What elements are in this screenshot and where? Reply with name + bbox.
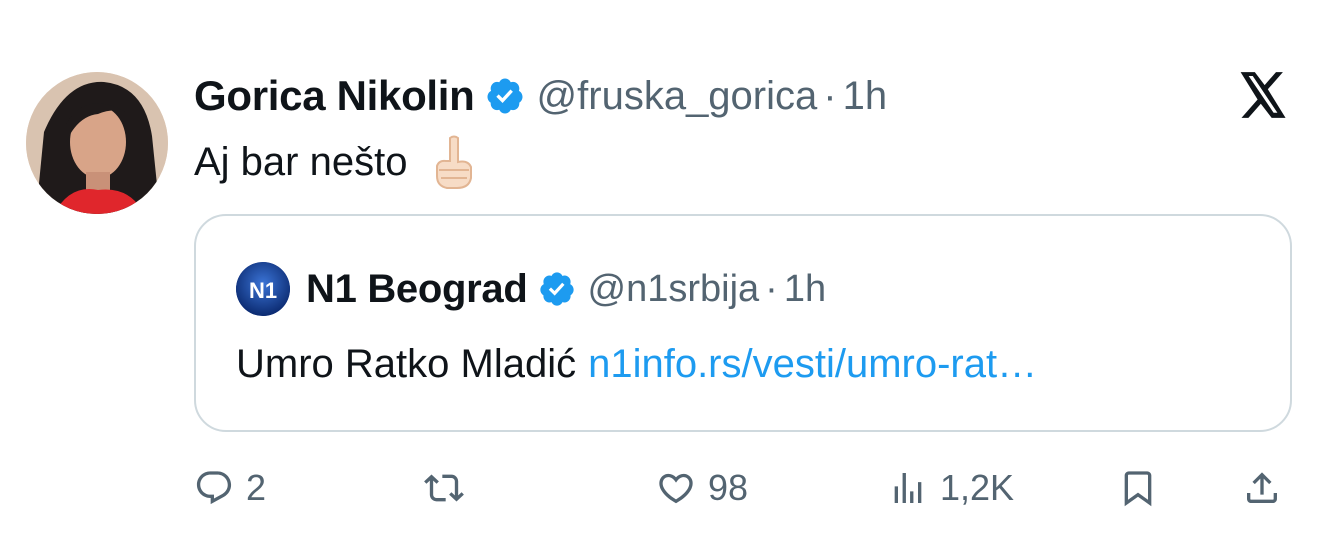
like-button[interactable]: 98 [656, 460, 748, 516]
avatar[interactable] [26, 72, 168, 214]
pointing-up-emoji-icon [436, 135, 473, 189]
reply-count: 2 [246, 467, 267, 508]
retweet-button[interactable] [424, 460, 476, 516]
author-name[interactable]: Gorica Nikolin [194, 72, 475, 120]
like-count: 98 [708, 467, 749, 508]
views-count: 1,2K [940, 467, 1015, 508]
tweet-header: Gorica Nikolin @fruska_gorica · 1h [194, 68, 887, 124]
separator-dot: · [823, 73, 837, 118]
verified-badge-icon [487, 78, 523, 114]
share-button[interactable] [1242, 460, 1282, 516]
bookmark-icon [1124, 471, 1152, 507]
retweet-icon [424, 474, 464, 502]
quoted-tweet-link[interactable]: n1info.rs/vesti/umro-rat… [588, 342, 1037, 386]
quoted-tweet-text: Umro Ratko Mladić n1info.rs/vesti/umro-ra… [236, 342, 1037, 387]
tweet-text: Aj bar nešto [194, 134, 477, 190]
reply-icon [196, 471, 232, 505]
quoted-tweet-time[interactable]: 1h [784, 268, 826, 311]
quoted-tweet[interactable]: N1 N1 Beograd @n1srbija · 1h Umro Ratko … [194, 214, 1292, 432]
quoted-author-handle[interactable]: @n1srbija [588, 268, 760, 311]
action-bar: 2 98 1,2K [194, 460, 1292, 516]
views-icon [894, 473, 922, 503]
separator-dot: · [765, 267, 778, 310]
heart-icon [659, 473, 693, 504]
share-icon [1247, 472, 1277, 503]
tweet-text-content: Aj bar nešto [194, 139, 408, 184]
quoted-author-name[interactable]: N1 Beograd [306, 267, 528, 312]
quoted-avatar-label: N1 [249, 278, 277, 303]
bookmark-button[interactable] [1118, 460, 1158, 516]
author-handle[interactable]: @fruska_gorica [537, 74, 818, 119]
quoted-tweet-text-content: Umro Ratko Mladić [236, 342, 577, 386]
quoted-author-avatar[interactable]: N1 [236, 262, 290, 316]
x-logo-icon [1240, 72, 1286, 118]
reply-button[interactable]: 2 [194, 460, 266, 516]
verified-badge-icon [539, 272, 574, 306]
tweet-time[interactable]: 1h [843, 74, 888, 119]
quoted-tweet-header: N1 N1 Beograd @n1srbija · 1h [236, 262, 826, 316]
views-button[interactable]: 1,2K [888, 460, 1014, 516]
